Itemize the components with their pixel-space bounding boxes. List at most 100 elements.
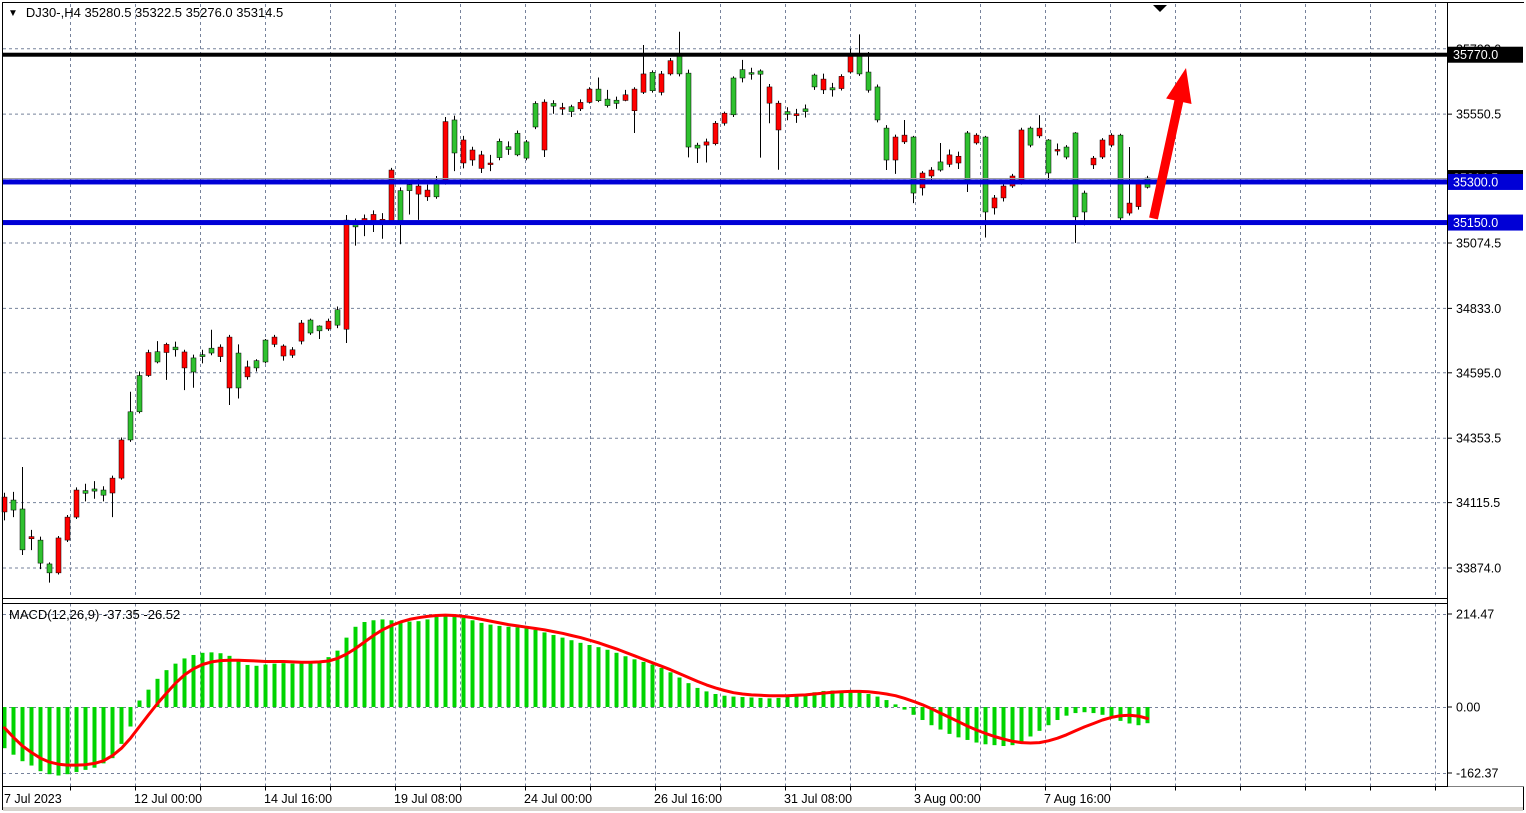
macd-bar xyxy=(390,620,394,707)
candle xyxy=(497,139,502,161)
candle-body xyxy=(74,490,79,517)
macd-bar xyxy=(777,698,781,707)
candle-body xyxy=(398,191,403,222)
candle xyxy=(263,339,268,363)
support-35150-hline[interactable] xyxy=(2,220,1447,225)
candle xyxy=(1028,126,1033,147)
candle-body xyxy=(173,347,178,350)
candle-body xyxy=(20,509,25,550)
candle-body xyxy=(632,89,637,111)
macd-bar xyxy=(966,707,970,740)
candle-body xyxy=(101,490,106,495)
macd-bar xyxy=(894,704,898,707)
level-35300-hline[interactable] xyxy=(2,179,1447,184)
macd-bar xyxy=(723,696,727,707)
macd-bar xyxy=(516,627,520,707)
macd-bar xyxy=(120,707,124,744)
macd-bar xyxy=(561,638,565,707)
macd-bar xyxy=(525,628,529,707)
candle-body xyxy=(902,135,907,142)
macd-bar xyxy=(30,707,34,766)
price-axis-label: 34833.0 xyxy=(1456,302,1501,316)
candle-body xyxy=(164,344,169,352)
resistance-35770-hline[interactable] xyxy=(2,53,1447,57)
candle xyxy=(119,438,124,480)
candle-body xyxy=(749,73,754,75)
candle-body xyxy=(209,348,214,353)
candle-body xyxy=(569,107,574,112)
candle-body xyxy=(605,99,610,105)
candle-body xyxy=(299,323,304,341)
macd-bar xyxy=(75,707,79,772)
macd-bar xyxy=(696,688,700,707)
macd-bar xyxy=(912,707,916,715)
candle-body xyxy=(479,155,484,169)
candle-body xyxy=(551,103,556,106)
candle-body xyxy=(65,517,70,540)
candle-body xyxy=(128,412,133,440)
symbol-dropdown-triangle-icon[interactable]: ▼ xyxy=(8,8,18,19)
candle-body xyxy=(758,71,763,74)
candle-body xyxy=(1055,149,1060,151)
candle-body xyxy=(1100,140,1105,157)
candle-body xyxy=(11,500,16,510)
candle-body xyxy=(614,100,619,103)
candle-body xyxy=(938,162,943,170)
candle-body xyxy=(1064,147,1069,157)
time-axis-label: 19 Jul 08:00 xyxy=(394,792,462,806)
macd-bar xyxy=(543,632,547,707)
macd-bar xyxy=(201,653,205,707)
macd-bar xyxy=(606,650,610,707)
macd-bar xyxy=(1119,707,1123,721)
candle xyxy=(731,76,736,117)
candle-body xyxy=(497,141,502,157)
candle-body xyxy=(542,102,547,150)
candle-body xyxy=(1136,183,1141,207)
candle-body xyxy=(272,337,277,344)
candle-body xyxy=(245,367,250,377)
macd-bar xyxy=(183,658,187,707)
macd-bar xyxy=(750,697,754,707)
macd-bar xyxy=(1020,707,1024,742)
macd-bar xyxy=(1092,707,1096,713)
chart-canvas[interactable]: 35792.035550.535074.534833.034595.034353… xyxy=(0,0,1526,813)
macd-bar xyxy=(426,619,430,707)
macd-bar xyxy=(660,668,664,707)
candle-body xyxy=(965,133,970,182)
macd-axis-label: 0.00 xyxy=(1456,701,1480,715)
macd-bar xyxy=(1146,707,1150,723)
macd-bar xyxy=(435,617,439,707)
candle-body xyxy=(623,95,628,101)
candle xyxy=(1019,128,1024,185)
time-axis-label: 14 Jul 16:00 xyxy=(264,792,332,806)
candle-body xyxy=(47,564,52,573)
candle-body xyxy=(407,185,412,191)
candle-body xyxy=(911,137,916,193)
macd-bar xyxy=(885,700,889,707)
macd-bar xyxy=(1065,707,1069,716)
candle-body xyxy=(659,74,664,92)
macd-bar xyxy=(138,700,142,707)
macd-bar xyxy=(264,665,268,707)
ohlc-values-label: 35280.5 35322.5 35276.0 35314.5 xyxy=(81,5,283,20)
candle xyxy=(1064,145,1069,159)
macd-bar xyxy=(759,698,763,707)
macd-bar xyxy=(102,707,106,763)
macd-bar xyxy=(489,625,493,707)
candle-body xyxy=(1037,128,1042,136)
candle-body xyxy=(227,337,232,388)
candle-body xyxy=(767,87,772,103)
macd-bar xyxy=(354,627,358,707)
candle-body xyxy=(695,145,700,148)
candle xyxy=(524,140,529,160)
price-axis-label: 33874.0 xyxy=(1456,561,1501,575)
macd-bar xyxy=(480,623,484,707)
macd-bar xyxy=(309,662,313,707)
candle-body xyxy=(110,478,115,493)
candle-body xyxy=(866,72,871,90)
candle-body xyxy=(218,347,223,356)
price-scale[interactable]: 35792.035550.535074.534833.034595.034353… xyxy=(1447,3,1524,787)
candle-body xyxy=(29,537,34,539)
macd-bar xyxy=(84,707,88,770)
candle-body xyxy=(182,352,187,368)
